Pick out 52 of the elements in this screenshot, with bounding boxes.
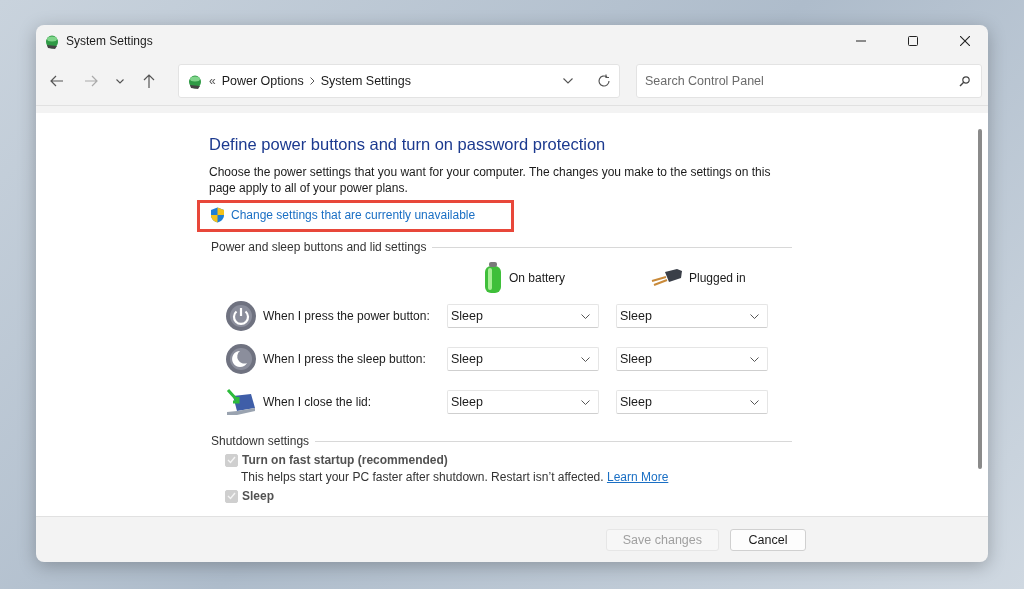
column-heading: On battery xyxy=(509,271,566,285)
chevron-down-icon xyxy=(581,356,590,362)
admin-settings-link[interactable]: Change settings that are currently unavailable xyxy=(231,208,476,222)
chevron-down-icon xyxy=(581,313,590,319)
chevron-down-icon xyxy=(750,399,759,405)
dropdown[interactable]: Sleep xyxy=(616,347,768,371)
moon-icon xyxy=(225,343,257,375)
app-icon xyxy=(187,73,203,89)
dropdown[interactable]: Sleep xyxy=(447,347,599,371)
address-bar[interactable]: « Power Options System Settings xyxy=(178,64,620,98)
window-title: System Settings xyxy=(66,34,154,48)
setting-label: When I press the sleep button: xyxy=(263,352,427,366)
app-icon xyxy=(44,33,60,49)
search-field[interactable]: Search Control Panel xyxy=(636,64,982,98)
section-title: Shutdown settings xyxy=(210,434,310,448)
dropdown[interactable]: Sleep xyxy=(616,390,768,414)
shield-icon xyxy=(210,207,225,223)
chevron-down-icon xyxy=(750,356,759,362)
section-title: Power and sleep buttons and lid settings xyxy=(210,240,427,254)
chevron-down-icon xyxy=(116,78,124,84)
footer-button[interactable]: Cancel xyxy=(730,528,806,551)
plug-icon xyxy=(651,268,683,288)
check-icon xyxy=(227,456,236,464)
dropdown[interactable]: Sleep xyxy=(616,304,768,328)
maximize-icon xyxy=(908,36,918,46)
check-icon xyxy=(227,492,236,500)
checkbox-label: Sleep xyxy=(242,489,274,503)
option-description: This helps start your PC faster after shutdown. Restart isn’t affected. Learn More xyxy=(241,470,670,484)
right-arrow-icon xyxy=(84,75,98,87)
chevron-down-icon xyxy=(581,399,590,405)
refresh-icon xyxy=(597,74,611,88)
up-arrow-icon xyxy=(143,74,155,88)
left-arrow-icon xyxy=(50,75,64,87)
column-heading: Plugged in xyxy=(689,271,746,285)
battery-icon xyxy=(483,262,503,294)
setting-label: When I press the power button: xyxy=(263,309,431,323)
setting-label: When I close the lid: xyxy=(263,395,373,409)
chevron-right-icon xyxy=(309,77,315,85)
overflow-chevron[interactable]: « xyxy=(209,74,216,88)
page-heading: Define power buttons and turn on password protection xyxy=(209,135,607,154)
search-icon xyxy=(959,76,970,87)
dropdown[interactable]: Sleep xyxy=(447,304,599,328)
power-icon xyxy=(225,300,257,332)
checkbox-label: Turn on fast startup (recommended) xyxy=(242,453,448,467)
chevron-down-icon xyxy=(563,78,573,84)
dropdown[interactable]: Sleep xyxy=(447,390,599,414)
chevron-down-icon xyxy=(750,313,759,319)
breadcrumb-item[interactable]: Power Options xyxy=(221,74,304,88)
close-icon xyxy=(960,36,970,46)
laptop-icon xyxy=(225,386,257,418)
breadcrumb-item[interactable]: System Settings xyxy=(320,74,411,88)
description-text: Choose the power settings that you want for your computer. The changes you make to the settings on this page apply to all of your power plans. xyxy=(209,164,772,196)
